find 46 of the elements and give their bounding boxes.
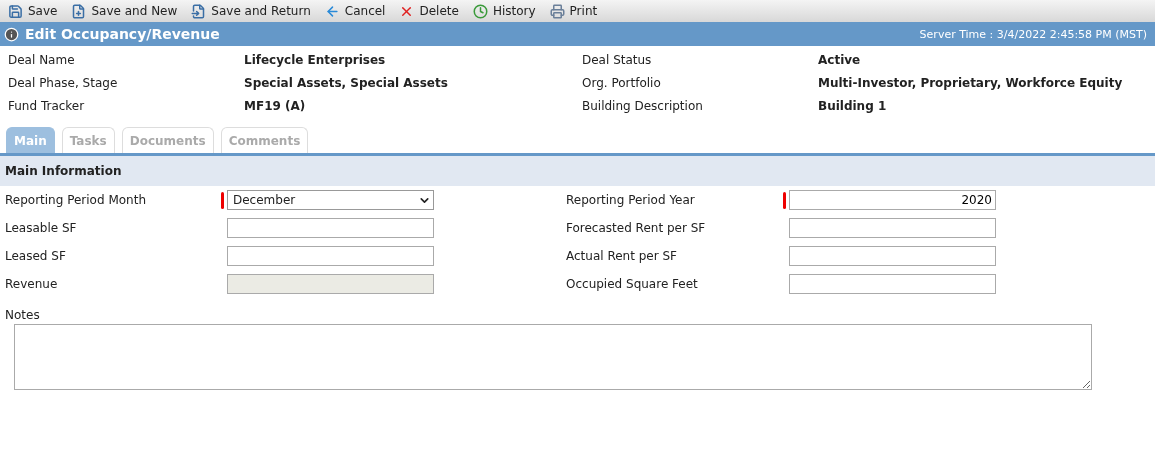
field-label: Reporting Period Year [566,193,696,207]
field-label: Deal Status [582,53,653,67]
document-icon [191,3,207,19]
print-icon [549,3,565,19]
toolbar-button[interactable]: History [470,3,538,19]
field-value: Special Assets, Special Assets [244,76,449,90]
notes-field[interactable] [14,324,1092,390]
field-label: Deal Phase, Stage [8,76,119,90]
toolbar-button[interactable]: Cancel [322,3,388,19]
field-value: Building 1 [818,99,888,113]
info-icon [4,26,19,42]
field-label: Notes [4,307,41,322]
input-field[interactable] [227,218,434,238]
month-select[interactable]: December [227,190,434,210]
field-label: Revenue [5,277,59,291]
file-plus-icon [71,3,87,19]
input-field[interactable] [789,218,996,238]
field-label: Occupied Square Feet [566,277,699,291]
field-value: Active [818,53,862,67]
field-label: Building Description [582,99,704,113]
field-label: Leased SF [5,249,67,263]
toolbar-button[interactable]: Print [547,3,600,19]
field-label: Leasable SF [5,221,78,235]
input-field[interactable] [227,246,434,266]
field-value: Multi-Investor, Proprietary, Workforce Equity [818,76,1124,90]
clock-icon [472,3,488,19]
field-label: Fund Tracker [8,99,86,113]
section-header: Main Information [0,156,1155,186]
server-time: Server Time : 3/4/2022 2:45:58 PM (MST) [919,27,1147,41]
toolbar-button[interactable]: Save [6,3,60,19]
field-label: Deal Name [8,53,76,67]
save-icon [8,3,23,19]
field-value: MF19 (A) [244,99,307,113]
field-label: Reporting Period Month [5,193,147,207]
page-title: Edit Occupancy/Revenue [25,26,220,42]
field-value: Lifecycle Enterprises [244,53,387,67]
input-field[interactable] [789,246,996,266]
field-label: Org. Portfolio [582,76,662,90]
field-label: Forecasted Rent per SF [566,221,707,235]
toolbar-button[interactable]: Save and Return [189,3,313,19]
input-field[interactable] [227,274,434,294]
input-field[interactable] [789,274,996,294]
field-label: Actual Rent per SF [566,249,678,263]
toolbar-button[interactable]: Delete [397,3,461,19]
input-field[interactable]: 2020 [789,190,996,210]
toolbar-button[interactable]: Save and New [69,3,180,19]
